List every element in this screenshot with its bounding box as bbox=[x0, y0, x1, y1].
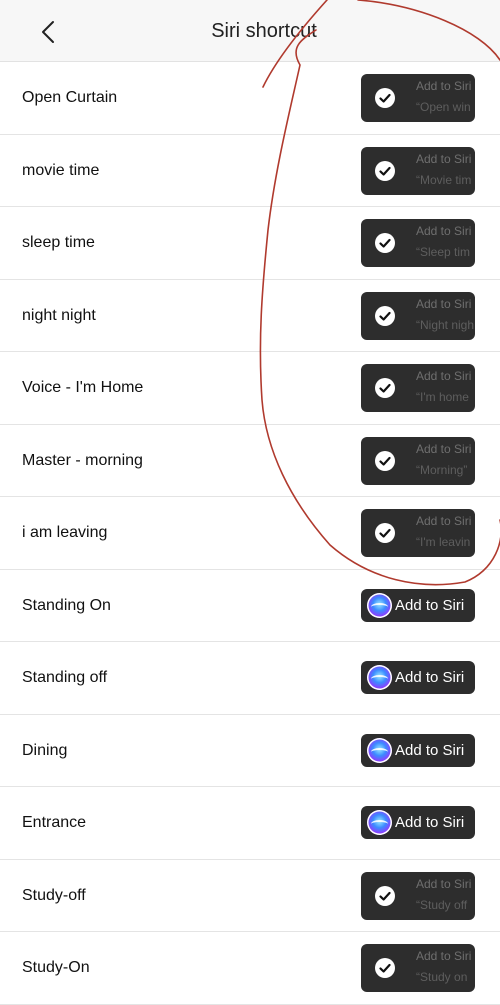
checkmark-icon bbox=[375, 233, 395, 253]
shortcut-row: sleep time Add to Siri “Sleep tim bbox=[0, 207, 500, 280]
add-to-siri-label: Add to Siri bbox=[395, 669, 465, 686]
page-title: Siri shortcut bbox=[211, 19, 317, 42]
added-to-siri-button[interactable]: Add to Siri “I'm home bbox=[361, 364, 475, 412]
added-to-siri-button[interactable]: Add to Siri “Movie tim bbox=[361, 146, 475, 195]
add-to-siri-label: Add to Siri bbox=[416, 224, 472, 238]
added-to-siri-button[interactable]: Add to Siri “Night nigh bbox=[361, 291, 475, 340]
added-to-siri-button[interactable]: Add to Siri “Open win bbox=[361, 74, 475, 122]
checkmark-icon bbox=[375, 885, 395, 906]
shortcut-row: movie time Add to Siri “Movie tim bbox=[0, 134, 500, 207]
shortcut-label: i am leaving bbox=[22, 524, 108, 541]
shortcut-row: Dining Add to Siri bbox=[0, 714, 500, 787]
shortcut-label: Study-On bbox=[22, 959, 90, 976]
siri-icon bbox=[367, 592, 392, 618]
checkmark-icon bbox=[375, 88, 395, 108]
checkmark-icon bbox=[375, 450, 395, 471]
siri-phrase: “Morning” bbox=[416, 462, 468, 477]
shortcut-row: Study-off Add to Siri “Study off bbox=[0, 859, 500, 932]
added-to-siri-button[interactable]: Add to Siri “Morning” bbox=[361, 436, 475, 485]
add-to-siri-label: Add to Siri bbox=[416, 296, 472, 311]
shortcut-label: Open Curtain bbox=[22, 89, 118, 106]
add-to-siri-label: Add to Siri bbox=[416, 876, 472, 891]
shortcut-row: Open Curtain Add to Siri “Open win bbox=[0, 62, 500, 135]
add-to-siri-label: Add to Siri bbox=[416, 949, 472, 963]
added-to-siri-button[interactable]: Add to Siri “Sleep tim bbox=[361, 219, 475, 267]
checkmark-icon bbox=[375, 305, 395, 326]
siri-phrase: “I'm leavin bbox=[416, 535, 471, 549]
siri-icon bbox=[367, 810, 392, 835]
siri-icon bbox=[367, 665, 392, 690]
add-to-siri-button[interactable]: Add to Siri bbox=[361, 661, 475, 694]
add-to-siri-label: Add to Siri bbox=[416, 151, 472, 166]
shortcut-label: Dining bbox=[22, 741, 68, 759]
add-to-siri-label: Add to Siri bbox=[395, 596, 465, 614]
shortcut-label: movie time bbox=[22, 161, 100, 179]
add-to-siri-label: Add to Siri bbox=[416, 369, 472, 383]
siri-phrase: “Sleep tim bbox=[416, 245, 471, 259]
add-to-siri-label: Add to Siri bbox=[416, 79, 472, 93]
siri-phrase: “Study on bbox=[416, 970, 468, 984]
shortcut-label: Master - morning bbox=[22, 451, 143, 469]
shortcut-label: night night bbox=[22, 306, 96, 324]
checkmark-icon bbox=[375, 378, 395, 398]
siri-phrase: “Night nigh bbox=[416, 317, 475, 332]
shortcut-row: Standing On Add to Siri bbox=[0, 569, 500, 642]
added-to-siri-button[interactable]: Add to Siri “Study off bbox=[361, 871, 475, 920]
siri-phrase: “Study off bbox=[416, 897, 468, 912]
shortcut-row: Entrance Add to Siri bbox=[0, 787, 500, 860]
add-to-siri-button[interactable]: Add to Siri bbox=[361, 588, 475, 622]
add-to-siri-label: Add to Siri bbox=[416, 441, 472, 456]
shortcut-label: Study-off bbox=[22, 886, 86, 904]
shortcut-label: Standing On bbox=[22, 596, 111, 614]
checkmark-icon bbox=[375, 958, 395, 978]
siri-phrase: “Open win bbox=[416, 100, 471, 114]
shortcut-row: night night Add to Siri “Night nigh bbox=[0, 279, 500, 352]
shortcut-row: Standing off Add to Siri bbox=[0, 642, 500, 715]
siri-phrase: “I'm home bbox=[416, 390, 469, 404]
shortcut-label: Voice - I'm Home bbox=[22, 379, 144, 396]
shortcut-row: Study-On Add to Siri “Study on bbox=[0, 932, 500, 1005]
shortcut-row: Voice - I'm Home Add to Siri “I'm home bbox=[0, 352, 500, 425]
added-to-siri-button[interactable]: Add to Siri “Study on bbox=[361, 944, 475, 992]
shortcut-label: sleep time bbox=[22, 234, 95, 251]
siri-phrase: “Movie tim bbox=[416, 172, 472, 187]
shortcut-row: i am leaving Add to Siri “I'm leavin bbox=[0, 497, 500, 570]
checkmark-icon bbox=[375, 160, 395, 181]
add-to-siri-label: Add to Siri bbox=[416, 514, 472, 528]
add-to-siri-label: Add to Siri bbox=[395, 741, 465, 759]
shortcut-row: Master - morning Add to Siri “Morning” bbox=[0, 424, 500, 497]
add-to-siri-button[interactable]: Add to Siri bbox=[361, 806, 475, 839]
navigation-bar: Siri shortcut bbox=[0, 0, 500, 62]
shortcut-list: Open Curtain Add to Siri “Open win movie ti… bbox=[0, 62, 500, 1005]
added-to-siri-button[interactable]: Add to Siri “I'm leavin bbox=[361, 509, 475, 557]
checkmark-icon bbox=[375, 523, 395, 543]
add-to-siri-label: Add to Siri bbox=[395, 814, 465, 831]
siri-icon bbox=[367, 737, 392, 763]
shortcut-label: Entrance bbox=[22, 814, 87, 831]
add-to-siri-button[interactable]: Add to Siri bbox=[361, 733, 475, 767]
shortcut-label: Standing off bbox=[22, 669, 108, 686]
